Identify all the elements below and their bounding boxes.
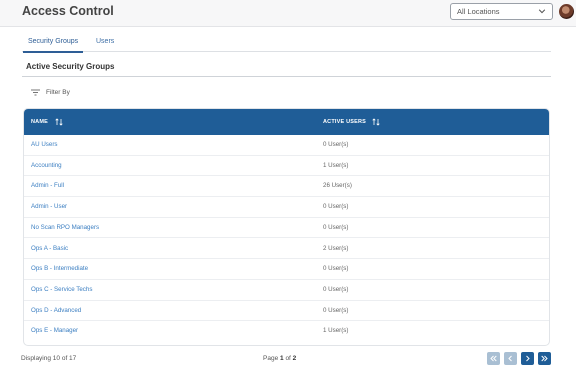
table-row: Admin - User 0 User(s) [24,197,549,218]
column-header-active-users[interactable]: ACTIVE USERS [323,118,380,126]
table-row: Ops C - Service Techs 0 User(s) [24,280,549,301]
active-users-count: 1 User(s) [323,161,349,169]
first-page-button[interactable] [487,352,500,365]
group-name-link[interactable]: Ops C - Service Techs [31,286,92,293]
current-page: 1 [280,355,284,362]
table-row: Ops A - Basic 2 User(s) [24,239,549,260]
section-title: Active Security Groups [26,62,115,71]
table-row: Ops B - Intermediate 0 User(s) [24,259,549,280]
double-chevron-right-icon [541,355,548,362]
sort-icon [372,118,380,126]
previous-page-button[interactable] [504,352,517,365]
group-name-link[interactable]: No Scan RPO Managers [31,224,99,231]
page-title: Access Control [22,4,114,18]
group-name-link[interactable]: Ops E - Manager [31,327,78,334]
active-users-count: 0 User(s) [323,141,349,148]
last-page-button[interactable] [538,352,551,365]
tab-bar: Security Groups Users [22,34,551,53]
avatar[interactable] [559,4,574,19]
active-users-count: 0 User(s) [323,306,349,314]
table-row: No Scan RPO Managers 0 User(s) [24,218,549,239]
security-groups-table: NAME ACTIVE USERS AU Users 0 User(s) Acc… [23,108,550,346]
tab-users[interactable]: Users [96,38,114,45]
table-row: Ops E - Manager 1 User(s) [24,321,549,342]
column-header-active-users-label: ACTIVE USERS [323,119,367,125]
page-indicator: Page 1 of 2 [263,355,296,362]
next-page-button[interactable] [521,352,534,365]
filter-by-label: Filter By [46,89,70,96]
total-pages: 2 [292,355,297,362]
table-row: Admin - Full 26 User(s) [24,176,549,198]
filter-icon [31,89,40,96]
active-users-count: 0 User(s) [323,223,349,231]
group-name-link[interactable]: Ops B - Intermediate [31,265,88,272]
group-name-link[interactable]: Ops A - Basic [31,245,68,252]
group-name-link[interactable]: Admin - Full [31,182,64,189]
page-prefix: Page [263,355,279,362]
active-users-count: 2 User(s) [323,244,349,252]
active-users-count: 0 User(s) [323,285,349,293]
group-name-link[interactable]: AU Users [31,141,57,148]
group-name-link[interactable]: Ops D - Advanced [31,307,81,314]
active-users-count: 0 User(s) [323,265,349,273]
column-header-name[interactable]: NAME [31,118,63,126]
column-header-name-label: NAME [31,119,48,125]
top-bar: Access Control All Locations [0,0,576,27]
table-row: Accounting 1 User(s) [24,156,549,177]
chevron-left-icon [508,355,512,362]
group-name-link[interactable]: Admin - User [31,203,67,210]
active-users-count: 0 User(s) [323,203,349,211]
double-chevron-left-icon [490,355,497,362]
displaying-count: Displaying 10 of 17 [21,355,77,362]
page-of: of [285,355,291,362]
group-name-link[interactable]: Accounting [31,162,62,169]
section-divider [22,76,551,77]
sort-icon [55,118,63,126]
location-select-value: All Locations [457,7,500,16]
location-select[interactable]: All Locations [450,3,553,20]
table-header: NAME ACTIVE USERS [24,109,549,135]
table-row: AU Users 0 User(s) [24,135,549,156]
tab-security-groups[interactable]: Security Groups [22,38,84,53]
chevron-down-icon [538,9,546,14]
chevron-right-icon [526,355,530,362]
active-users-count: 26 User(s) [323,182,352,190]
active-users-count: 1 User(s) [323,327,349,335]
table-row: Ops D - Advanced 0 User(s) [24,301,549,322]
